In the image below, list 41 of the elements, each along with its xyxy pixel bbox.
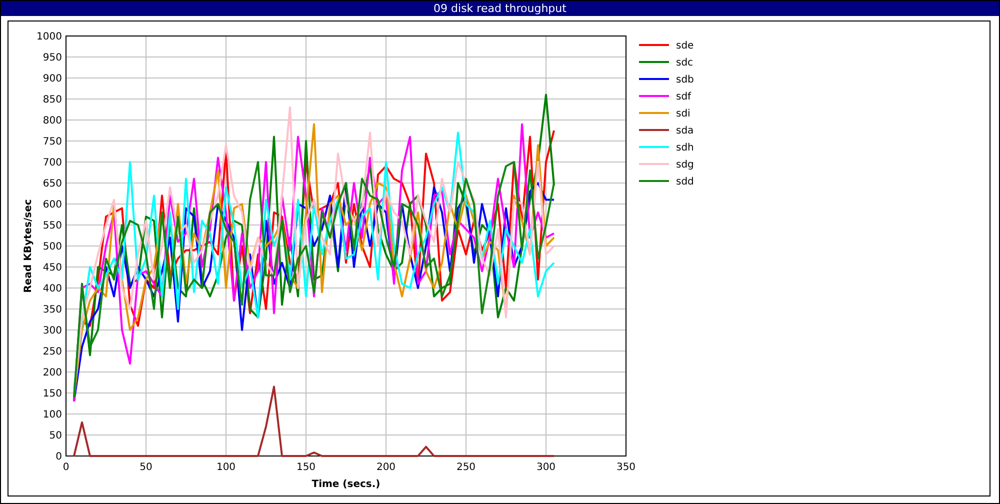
y-tick-label: 900: [42, 74, 62, 84]
x-tick-label: 250: [456, 462, 476, 473]
y-tick-label: 850: [42, 94, 62, 106]
legend-label: sdc: [676, 58, 694, 68]
y-tick-label: 450: [42, 262, 62, 274]
legend-label: sdi: [676, 108, 690, 120]
legend-label: sde: [676, 40, 694, 52]
y-tick-label: 0: [56, 452, 62, 462]
y-tick-label: 800: [42, 116, 62, 126]
x-tick-label: 50: [140, 462, 152, 473]
x-tick-label: 200: [376, 462, 396, 473]
legend-label: sdb: [676, 74, 694, 86]
y-tick-label: 1000: [36, 32, 62, 42]
x-tick-label: 100: [216, 462, 236, 473]
window-title: 09 disk read throughput: [434, 3, 566, 14]
y-tick-label: 950: [42, 52, 62, 64]
y-tick-label: 200: [42, 368, 62, 378]
x-tick-label: 150: [296, 462, 316, 473]
y-tick-label: 750: [42, 136, 62, 148]
y-tick-label: 550: [42, 220, 62, 232]
y-tick-label: 650: [42, 178, 62, 190]
y-axis-label: Read KBytes/sec: [23, 199, 34, 293]
x-tick-label: 350: [616, 462, 636, 473]
y-tick-label: 400: [42, 284, 62, 294]
legend-label: sdd: [676, 176, 694, 188]
y-tick-label: 700: [42, 158, 62, 168]
legend-label: sdf: [676, 92, 692, 102]
y-tick-label: 500: [42, 242, 62, 252]
y-tick-label: 350: [42, 304, 62, 316]
y-tick-label: 300: [42, 326, 62, 336]
x-tick-label: 300: [536, 462, 556, 473]
y-tick-label: 100: [42, 410, 62, 420]
legend-label: sdg: [676, 160, 694, 170]
y-tick-label: 600: [42, 200, 62, 210]
y-tick-label: 50: [49, 430, 62, 442]
y-tick-label: 250: [42, 346, 62, 358]
x-tick-label: 0: [62, 462, 70, 473]
x-axis-label: Time (secs.): [312, 479, 380, 490]
legend-label: sda: [676, 126, 694, 136]
legend-label: sdh: [676, 142, 694, 154]
y-tick-label: 150: [42, 388, 62, 400]
